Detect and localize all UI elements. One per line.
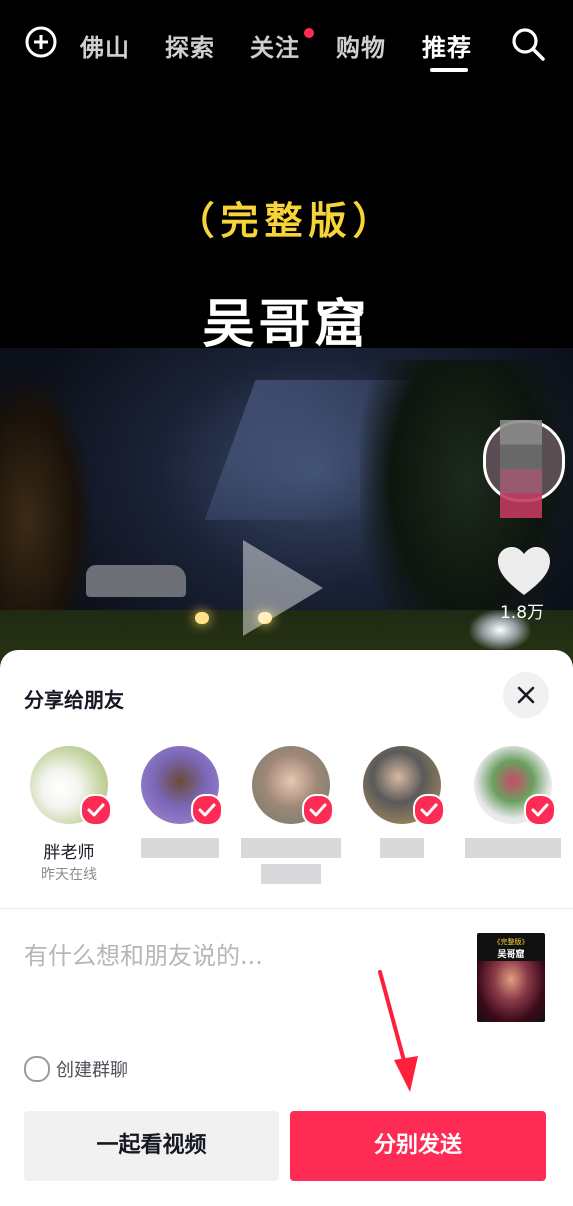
video-thumbnail: 《完整版》 吴哥窟 [477, 933, 545, 1022]
friend-item[interactable]: 胖老师 昨天在线 [14, 746, 124, 884]
friend-name-redacted [125, 838, 235, 860]
selected-check-icon [413, 794, 445, 826]
heart-icon[interactable] [496, 545, 552, 597]
friend-status-redacted [236, 864, 346, 888]
share-sheet-title: 分享给朋友 [24, 688, 124, 712]
friend-name-redacted [458, 838, 568, 860]
radio-icon[interactable] [24, 1056, 50, 1082]
thumbnail-image [477, 961, 545, 1022]
active-tab-indicator [430, 68, 468, 72]
add-icon[interactable] [25, 26, 57, 58]
divider [0, 908, 573, 909]
tab-recommend[interactable]: 推荐 [422, 28, 472, 63]
play-icon[interactable] [243, 540, 323, 636]
message-input[interactable]: 有什么想和朋友说的... [24, 936, 263, 971]
share-sheet: 分享给朋友 胖老师 昨天在线 有什么想和朋友说的... 《完整版》 吴哥窟 创建… [0, 650, 573, 1206]
close-icon [517, 686, 535, 704]
send-separately-button[interactable]: 分别发送 [290, 1111, 546, 1181]
video-title-line1: （完整版） [176, 199, 397, 243]
tab-explore[interactable]: 探索 [165, 28, 215, 63]
video-player[interactable]: （完整版） 吴哥窟 1.8万 [0, 0, 573, 700]
lamp [195, 612, 209, 624]
friend-item[interactable] [236, 746, 346, 888]
search-icon[interactable] [510, 26, 546, 62]
watch-together-button[interactable]: 一起看视频 [24, 1111, 279, 1181]
friend-name-redacted [347, 838, 457, 860]
thumbnail-title-line2: 吴哥窟 [497, 950, 525, 960]
selected-check-icon [80, 794, 112, 826]
friend-status: 昨天在线 [41, 867, 97, 883]
video-title-line2: 吴哥窟 [202, 295, 371, 355]
tab-foshan[interactable]: 佛山 [80, 28, 130, 63]
tab-shopping[interactable]: 购物 [336, 28, 386, 63]
friend-item[interactable] [458, 746, 568, 860]
tab-following[interactable]: 关注 [250, 28, 300, 63]
selected-check-icon [524, 794, 556, 826]
friend-name-redacted [236, 838, 346, 860]
like-count: 1.8万 [499, 603, 545, 623]
avatar-mosaic [500, 420, 542, 518]
friend-item[interactable] [125, 746, 235, 860]
friend-item[interactable] [347, 746, 457, 860]
thumbnail-title-line1: 《完整版》 [493, 938, 529, 946]
selected-check-icon [191, 794, 223, 826]
selected-check-icon [302, 794, 334, 826]
car [86, 565, 186, 597]
friend-name: 胖老师 [43, 843, 95, 863]
top-nav: 佛山 探索 关注 购物 推荐 [0, 22, 573, 72]
create-group-label: 创建群聊 [56, 1060, 128, 1081]
close-button[interactable] [503, 672, 549, 718]
notification-dot [304, 28, 314, 38]
annotation-arrow-icon [378, 970, 418, 1092]
